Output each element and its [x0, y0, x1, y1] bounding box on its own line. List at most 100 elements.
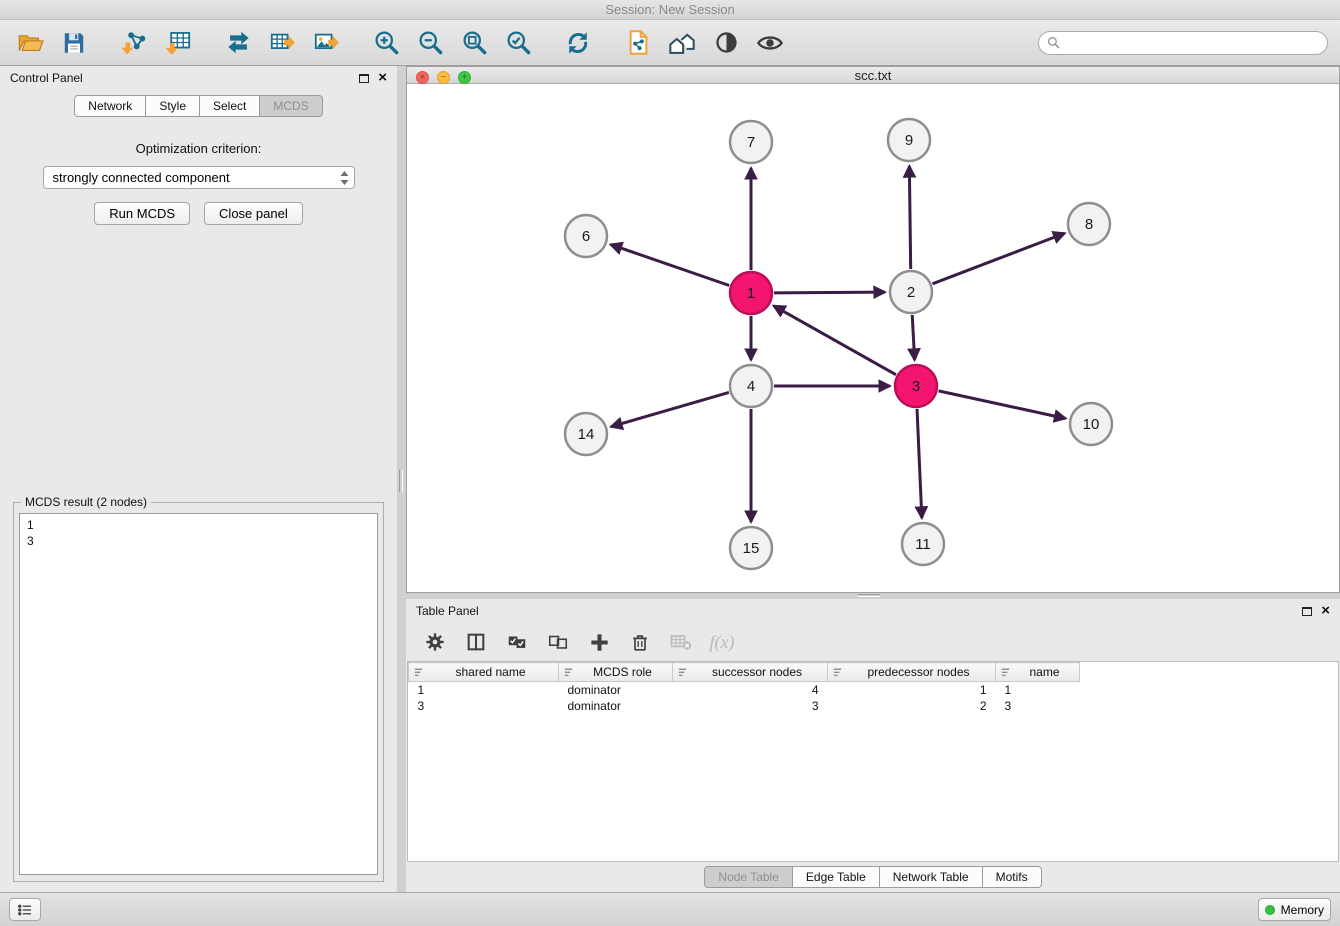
delete-table-button[interactable] — [668, 629, 694, 655]
contrast-icon — [713, 29, 740, 56]
delete-column-button[interactable] — [627, 629, 653, 655]
graph-node-label: 14 — [578, 426, 595, 443]
graph-edge-4-14[interactable] — [611, 392, 729, 426]
window-close-button[interactable]: × — [416, 71, 429, 84]
panel-splitter[interactable] — [397, 66, 406, 892]
horizontal-splitter[interactable] — [406, 593, 1340, 599]
tab-network[interactable]: Network — [74, 95, 146, 117]
save-disk-icon — [61, 30, 87, 56]
tab-style[interactable]: Style — [146, 95, 200, 117]
column-settings-button[interactable] — [422, 629, 448, 655]
tab-select[interactable]: Select — [200, 95, 260, 117]
cell-shared-name[interactable]: 3 — [409, 698, 559, 714]
save-session-button[interactable] — [56, 25, 92, 61]
tab-mcds[interactable]: MCDS — [260, 95, 322, 117]
function-builder-button[interactable]: f(x) — [709, 629, 735, 655]
unselect-all-icon — [547, 631, 569, 653]
tab-network-table[interactable]: Network Table — [880, 866, 983, 888]
window-zoom-button[interactable]: + — [458, 71, 471, 84]
graph-node-label: 9 — [905, 132, 913, 149]
close-panel-x-button[interactable]: × — [378, 72, 387, 84]
column-header-shared-name[interactable]: shared name — [409, 663, 559, 682]
graph-edge-1-2[interactable] — [774, 292, 885, 293]
refresh-view-button[interactable] — [560, 25, 596, 61]
graph-edge-2-9[interactable] — [909, 166, 910, 269]
open-folder-icon — [17, 29, 44, 56]
window-minimize-button[interactable]: − — [437, 71, 450, 84]
optimization-criterion-label: Optimization criterion: — [0, 141, 397, 156]
cell-shared-name[interactable]: 1 — [409, 682, 559, 698]
cell-predecessor-nodes[interactable]: 1 — [828, 682, 996, 698]
column-header-name[interactable]: name — [996, 663, 1080, 682]
node-table: shared name MCDS role — [407, 661, 1339, 862]
table-row[interactable]: 3 dominator 3 2 3 — [409, 698, 1080, 714]
graph-node-label: 3 — [912, 378, 920, 395]
float-table-panel-button[interactable] — [1302, 607, 1312, 616]
tab-edge-table[interactable]: Edge Table — [793, 866, 880, 888]
export-group — [220, 25, 344, 61]
close-panel-button[interactable]: Close panel — [204, 202, 303, 225]
cell-predecessor-nodes[interactable]: 2 — [828, 698, 996, 714]
unselect-all-button[interactable] — [545, 629, 571, 655]
export-table-button[interactable] — [264, 25, 300, 61]
column-header-successor-nodes[interactable]: successor nodes — [673, 663, 828, 682]
run-mcds-button[interactable]: Run MCDS — [94, 202, 190, 225]
cell-mcds-role[interactable]: dominator — [559, 698, 673, 714]
column-header-predecessor-nodes[interactable]: predecessor nodes — [828, 663, 996, 682]
cell-successor-nodes[interactable]: 3 — [673, 698, 828, 714]
zoom-fit-button[interactable] — [456, 25, 492, 61]
memory-button[interactable]: Memory — [1258, 898, 1331, 921]
float-panel-button[interactable] — [359, 74, 369, 83]
eye-icon — [756, 29, 784, 57]
format-columns-button[interactable] — [463, 629, 489, 655]
graph-edge-3-1[interactable] — [774, 306, 896, 375]
dropdown-selected-value: strongly connected component — [53, 170, 339, 185]
zoom-in-button[interactable] — [368, 25, 404, 61]
tab-motifs[interactable]: Motifs — [983, 866, 1042, 888]
export-network-button[interactable] — [220, 25, 256, 61]
network-overview-button[interactable] — [664, 25, 700, 61]
select-all-button[interactable] — [504, 629, 530, 655]
cell-mcds-role[interactable]: dominator — [559, 682, 673, 698]
import-network-button[interactable] — [116, 25, 152, 61]
show-graphics-button[interactable] — [752, 25, 788, 61]
column-header-mcds-role[interactable]: MCDS role — [559, 663, 673, 682]
refresh-icon — [564, 29, 592, 57]
control-panel-title: Control Panel — [10, 71, 83, 85]
export-web-button[interactable] — [620, 25, 656, 61]
export-image-button[interactable] — [308, 25, 344, 61]
zoom-out-icon — [417, 29, 444, 56]
cell-successor-nodes[interactable]: 4 — [673, 682, 828, 698]
table-row[interactable]: 1 dominator 4 1 1 — [409, 682, 1080, 698]
graph-node-label: 11 — [915, 536, 931, 553]
network-graph[interactable]: 7968124314101511 — [407, 84, 1339, 587]
graph-edge-3-10[interactable] — [938, 391, 1065, 419]
delete-table-icon — [669, 630, 693, 654]
graph-edge-1-6[interactable] — [611, 244, 730, 285]
network-window: × − + scc.txt 7968124314101511 — [406, 66, 1340, 593]
zoom-selected-button[interactable] — [500, 25, 536, 61]
optimization-dropdown[interactable]: strongly connected component — [43, 166, 355, 189]
cell-name[interactable]: 3 — [996, 698, 1080, 714]
refresh-group — [560, 25, 596, 61]
import-table-button[interactable] — [160, 25, 196, 61]
network-canvas[interactable]: 7968124314101511 — [407, 84, 1339, 592]
result-line: 1 — [27, 517, 370, 533]
graph-edge-2-8[interactable] — [932, 233, 1064, 284]
close-table-panel-button[interactable]: × — [1321, 605, 1330, 617]
search-input[interactable] — [1065, 36, 1319, 50]
search-box[interactable] — [1038, 31, 1328, 55]
sort-icon — [1000, 667, 1011, 678]
graph-edge-3-11[interactable] — [917, 409, 922, 518]
zoom-out-button[interactable] — [412, 25, 448, 61]
mcds-result-text[interactable]: 1 3 — [19, 513, 378, 875]
task-history-button[interactable] — [9, 898, 41, 921]
cell-name[interactable]: 1 — [996, 682, 1080, 698]
tab-node-table[interactable]: Node Table — [704, 866, 793, 888]
create-column-button[interactable] — [586, 629, 612, 655]
graphics-details-button[interactable] — [708, 25, 744, 61]
zoom-group — [368, 25, 536, 61]
open-session-button[interactable] — [12, 25, 48, 61]
table-toolbar: f(x) — [406, 623, 1340, 661]
graph-edge-2-3[interactable] — [912, 315, 914, 360]
